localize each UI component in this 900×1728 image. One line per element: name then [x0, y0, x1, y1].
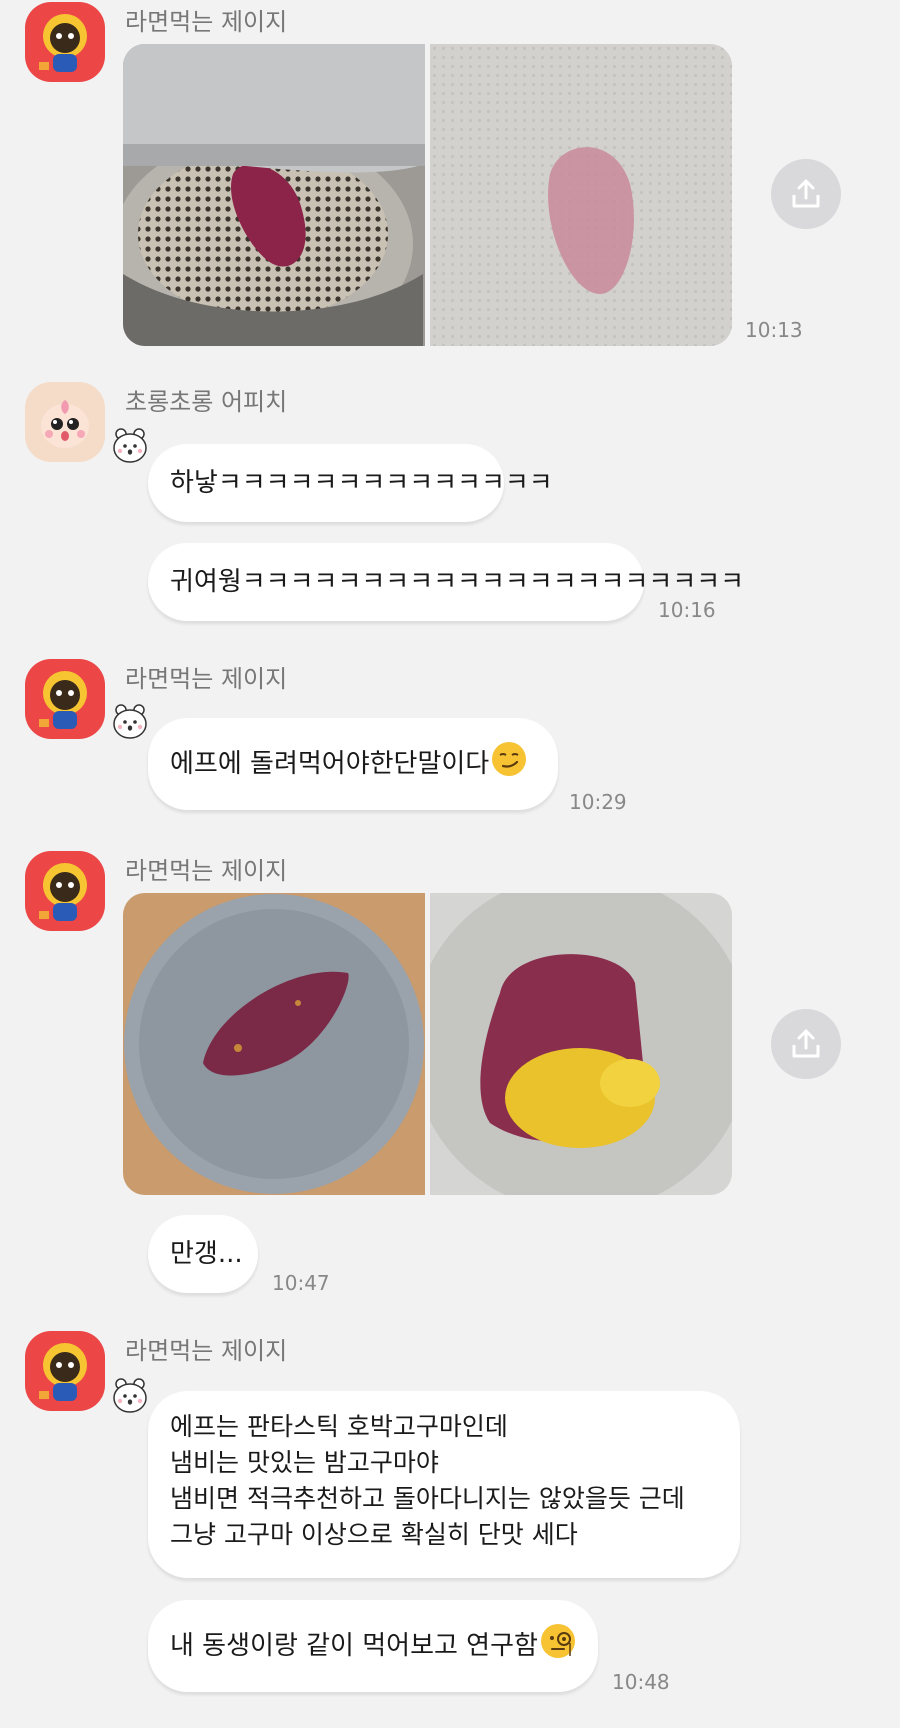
message-text: 만갱... [170, 1239, 243, 1269]
timestamp: 10:47 [272, 1271, 330, 1295]
sender-name: 초롱초롱 어피치 [125, 388, 288, 416]
avatar-ryan[interactable] [25, 659, 105, 739]
message-text: 귀여웡ㅋㅋㅋㅋㅋㅋㅋㅋㅋㅋㅋㅋㅋㅋㅋㅋㅋㅋㅋㅋㅋ [170, 567, 745, 597]
avatar-ryan[interactable] [25, 2, 105, 82]
avatar-apeach[interactable] [25, 382, 105, 462]
avatar-ryan[interactable] [25, 1331, 105, 1411]
avatar-ryan[interactable] [25, 851, 105, 931]
message-bubble[interactable]: 에프는 판타스틱 호박고구마인데 냄비는 맛있는 밤고구마야 냄비면 적극추천하… [148, 1391, 740, 1578]
message-text: 에프에 돌려먹어야한단말이다 [170, 749, 490, 779]
message-line: 냄비는 맛있는 밤고구마야 [170, 1448, 439, 1477]
share-upload-icon [792, 1029, 820, 1058]
share-button[interactable] [771, 159, 841, 229]
message-bubble[interactable]: 하낳ㅋㅋㅋㅋㅋㅋㅋㅋㅋㅋㅋㅋㅋㅋ [148, 444, 553, 522]
photo-sweet-potato-bowl[interactable] [123, 893, 425, 1195]
share-button[interactable] [771, 1009, 841, 1079]
timestamp: 10:48 [612, 1670, 670, 1694]
timestamp: 10:29 [569, 790, 627, 814]
message-text: 하낳ㅋㅋㅋㅋㅋㅋㅋㅋㅋㅋㅋㅋㅋㅋ [170, 468, 553, 498]
message-text: 내 동생이랑 같이 먹어보고 연구함 [170, 1631, 538, 1661]
face-with-monocle-emoji [540, 1623, 576, 1669]
photo-steamer-lid[interactable] [123, 44, 425, 346]
message-bubble[interactable]: 에프에 돌려먹어야한단말이다 [148, 718, 558, 810]
message-line: 그냥 고구마 이상으로 확실히 단맛 세다 [170, 1520, 578, 1549]
timestamp: 10:16 [658, 598, 716, 622]
message-bubble[interactable]: 내 동생이랑 같이 먹어보고 연구함 [148, 1600, 598, 1692]
smirking-face-emoji [491, 741, 527, 787]
sender-name: 라면먹는 제이지 [125, 665, 288, 693]
bear-sticker-icon [110, 425, 150, 465]
sender-name: 라면먹는 제이지 [125, 8, 288, 36]
photo-sweet-potato-cut[interactable] [430, 893, 732, 1195]
timestamp: 10:13 [745, 318, 803, 342]
message-line: 에프는 판타스틱 호박고구마인데 [170, 1412, 508, 1441]
message-line: 냄비면 적극추천하고 돌아다니지는 않았을듯 근데 [170, 1484, 685, 1513]
sender-name: 라면먹는 제이지 [125, 1337, 288, 1365]
message-bubble[interactable]: 귀여웡ㅋㅋㅋㅋㅋㅋㅋㅋㅋㅋㅋㅋㅋㅋㅋㅋㅋㅋㅋㅋㅋ [148, 543, 744, 621]
bear-sticker-icon [110, 1375, 150, 1415]
message-bubble[interactable]: 만갱... [148, 1215, 258, 1293]
bear-sticker-icon [110, 701, 150, 741]
share-upload-icon [792, 179, 820, 208]
photo-steamer-inside[interactable] [430, 44, 732, 346]
sender-name: 라면먹는 제이지 [125, 857, 288, 885]
